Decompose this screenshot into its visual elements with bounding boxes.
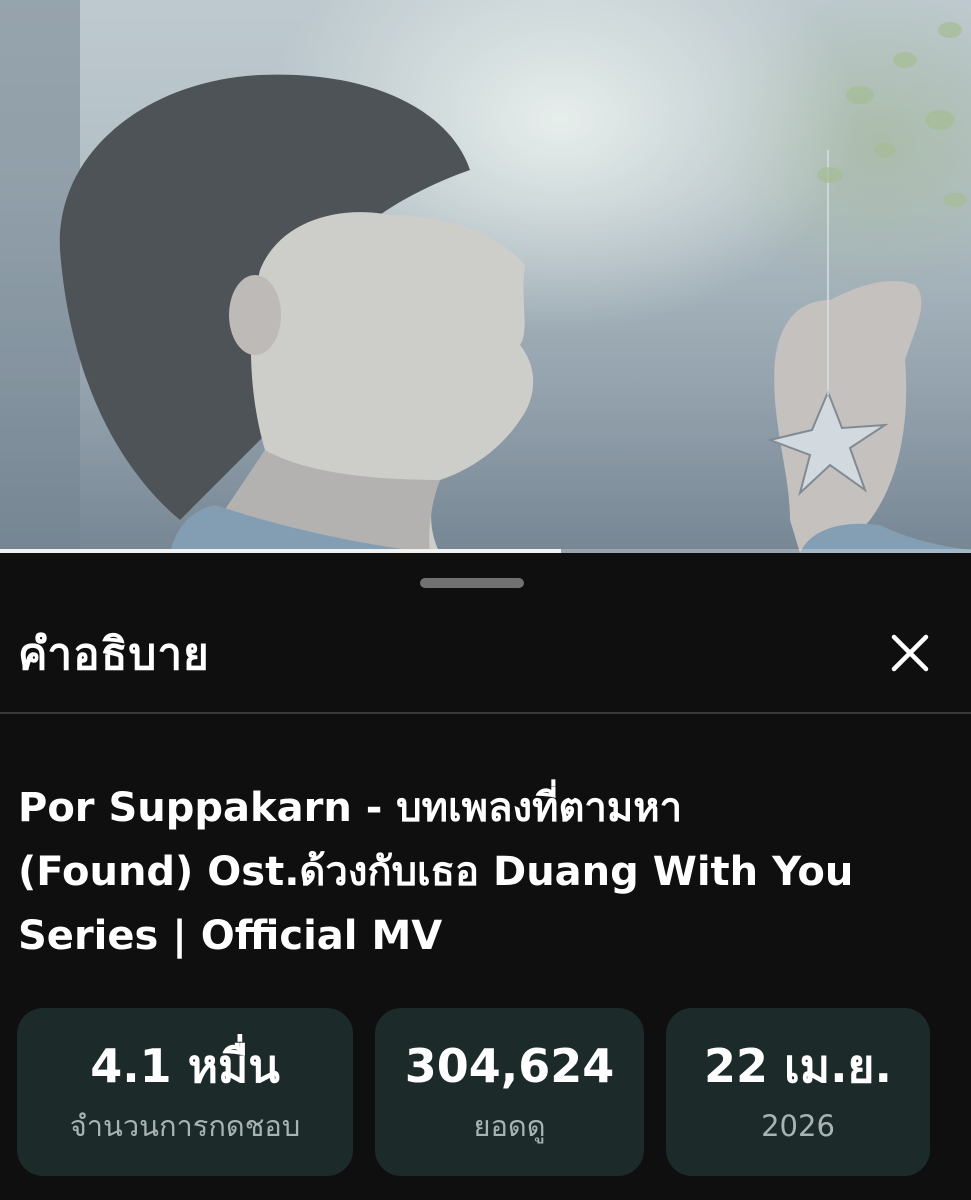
video-frame-image (0, 0, 971, 553)
date-stat: 22 เม.ย. 2026 (666, 1008, 930, 1176)
video-player[interactable] (0, 0, 971, 553)
close-icon (891, 634, 929, 672)
sheet-header: คำอธิบาย (0, 615, 971, 713)
video-title: Por Suppakarn - บทเพลงที่ตามหา (Found) O… (18, 785, 854, 959)
close-button[interactable] (880, 623, 940, 683)
likes-stat: 4.1 หมื่น จำนวนการกดชอบ (17, 1008, 353, 1176)
stats-row: 4.1 หมื่น จำนวนการกดชอบ 304,624 ยอดดู 22… (0, 1008, 971, 1178)
sheet-title: คำอธิบาย (18, 629, 210, 680)
views-count: 304,624 (404, 1039, 615, 1093)
likes-count: 4.1 หมื่น (90, 1039, 280, 1093)
likes-label: จำนวนการกดชอบ (69, 1109, 301, 1143)
publish-date: 22 เม.ย. (704, 1039, 892, 1093)
publish-year: 2026 (761, 1109, 835, 1143)
views-stat: 304,624 ยอดดู (375, 1008, 644, 1176)
views-label: ยอดดู (473, 1109, 546, 1143)
divider (0, 712, 971, 714)
app-root: คำอธิบาย Por Suppakarn - บทเพลงที่ตามหา … (0, 0, 971, 1200)
drag-handle[interactable] (420, 578, 524, 588)
description-sheet: คำอธิบาย Por Suppakarn - บทเพลงที่ตามหา … (0, 553, 971, 1200)
